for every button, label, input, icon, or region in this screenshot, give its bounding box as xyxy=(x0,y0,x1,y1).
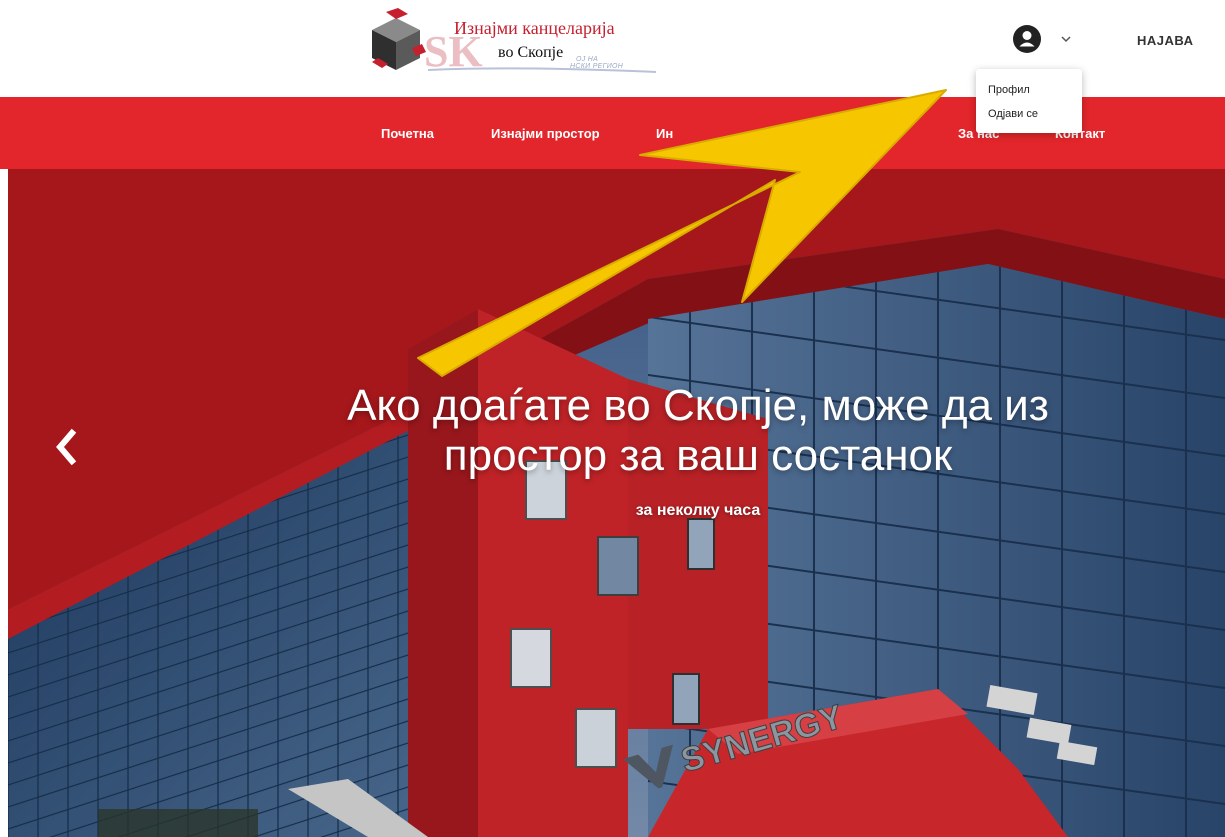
logo-subtitle: во Скопје xyxy=(498,44,564,61)
user-dropdown-menu: Профил Одјави се xyxy=(976,69,1082,133)
logo-tagline-line2: НСКИ РЕГИОН xyxy=(570,63,624,70)
hero-title: Ако доаѓате во Скопје, може да из просто… xyxy=(8,381,1225,481)
hero-carousel: SYNERGY Ако доаѓате во Скопје, може да и… xyxy=(8,169,1225,837)
logo-title: Изнајми канцеларија xyxy=(454,18,615,38)
hero-subtitle: за неколку часа xyxy=(635,502,761,519)
login-link[interactable]: НАЈАВА xyxy=(1137,33,1194,48)
dropdown-item-profile[interactable]: Профил xyxy=(988,84,1030,96)
page: SK Изнајми канцеларија во Скопје ОЈ НА Н… xyxy=(0,0,1225,837)
logo-tagline: ОЈ НА НСКИ РЕГИОН xyxy=(570,56,623,70)
nav-item-home[interactable]: Почетна xyxy=(381,126,434,141)
nav-item-rent-space[interactable]: Изнајми простор xyxy=(491,126,600,141)
nav-item-partial[interactable]: Ин xyxy=(656,126,673,141)
dropdown-item-logout[interactable]: Одјави се xyxy=(988,108,1038,120)
user-avatar-icon xyxy=(1013,25,1041,53)
hero-title-line1: Ако доаѓате во Скопје, може да из xyxy=(347,381,1049,430)
chevron-down-icon xyxy=(1061,36,1071,43)
user-menu-toggle[interactable] xyxy=(1010,24,1084,56)
logo-tagline-line1: ОЈ НА xyxy=(576,56,599,63)
hero-title-line2: простор за ваш состанок xyxy=(443,431,953,480)
